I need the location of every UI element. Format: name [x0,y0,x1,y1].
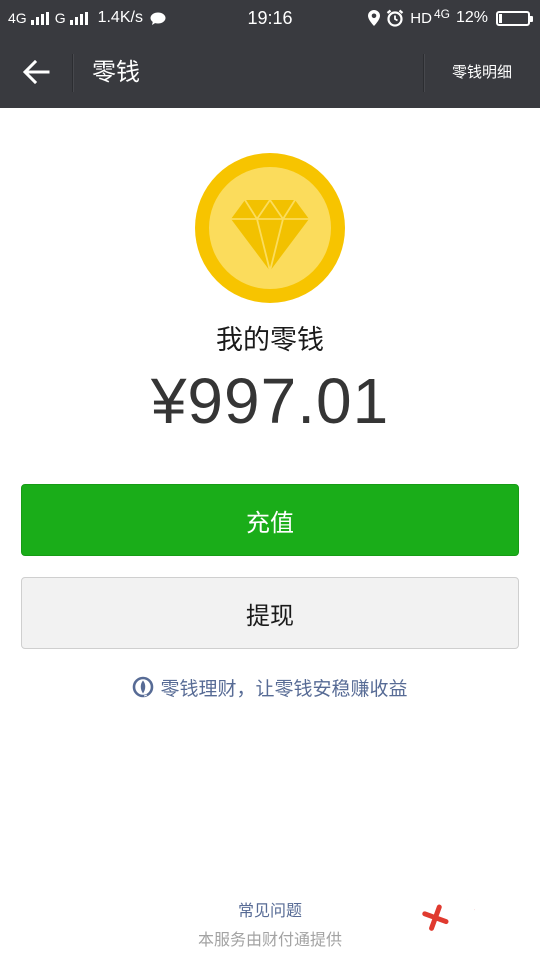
battery-percent: 12% [455,9,488,26]
balance-label: 我的零钱 [216,325,324,356]
network-speed: 1.4K/s [97,9,143,26]
network-type-1: 4G [8,10,27,26]
hd-indicator: HD [410,9,432,27]
location-icon [368,10,381,26]
back-button[interactable] [0,36,72,108]
recharge-button[interactable]: 充值 [21,484,519,556]
network-type-2: G [54,10,66,26]
balance-details-link[interactable]: 零钱明细 [424,36,540,108]
signal-icon [30,11,49,25]
withdraw-button[interactable]: 提现 [21,577,519,649]
status-bar: 4G G 1.4K/s 19:16 HD 4G 12% [0,0,540,36]
network-type-3: 4G [433,7,450,21]
nav-bar: 零钱 零钱明细 [0,36,540,108]
chat-bubble-icon [150,12,166,25]
signal-icon [69,11,88,25]
status-right: HD 4G 12% [368,0,533,36]
page-title: 零钱 [92,58,140,86]
status-left: 4G G 1.4K/s [8,0,166,36]
licaitong-icon [133,676,154,698]
battery-icon [496,10,533,26]
recharge-button-label: 充值 [246,508,294,537]
promo-text: 零钱理财，让零钱安稳赚收益 [160,677,408,700]
withdraw-button-label: 提现 [246,601,294,630]
back-arrow-icon [22,60,50,84]
nav-divider [72,54,73,92]
wallet-balance-screen: 4G G 1.4K/s 19:16 HD 4G 12% 零钱 零钱明细 我的零钱… [0,0,540,960]
licaitong-promo-link[interactable]: 零钱理财，让零钱安稳赚收益 [0,672,540,702]
diamond-coin-icon [195,153,345,303]
alarm-icon [387,9,404,27]
balance-amount: ¥997.01 [150,365,390,437]
